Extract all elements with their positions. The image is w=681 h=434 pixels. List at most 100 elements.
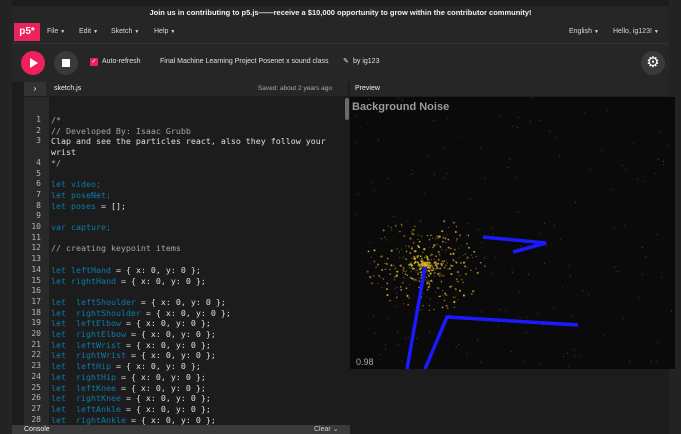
menu-edit[interactable]: Edit ▼ <box>79 20 98 44</box>
noise-dot <box>411 169 413 171</box>
code-token: leftAnkle <box>66 403 121 414</box>
particle <box>455 240 458 242</box>
particle <box>433 271 436 275</box>
sketch-canvas[interactable]: Background Noise 0.98 <box>350 97 675 369</box>
code-token: leftHand <box>66 264 111 275</box>
editor-scrollbar[interactable] <box>345 98 349 120</box>
line-number: 20 <box>31 329 41 338</box>
language-menu[interactable]: English ▼ <box>569 20 599 44</box>
particle <box>453 306 456 309</box>
code-token: /* <box>51 115 61 125</box>
particle <box>377 282 379 285</box>
particle <box>403 276 405 279</box>
particle <box>398 231 400 233</box>
pencil-icon[interactable]: ✎ <box>343 57 349 67</box>
particle <box>425 262 427 264</box>
particle <box>436 265 438 267</box>
noise-dot <box>543 222 545 224</box>
particle <box>409 252 412 255</box>
noise-dot <box>372 315 374 317</box>
particle <box>439 255 441 257</box>
noise-dot <box>466 353 468 355</box>
code-token: let <box>51 189 66 200</box>
particle <box>435 263 437 265</box>
code-token: = { x: 0, y: 0 }; <box>110 264 201 275</box>
particle <box>405 250 408 253</box>
sidebar-toggle-button[interactable]: › <box>24 82 46 96</box>
menu-help[interactable]: Help ▼ <box>154 20 175 44</box>
play-button[interactable] <box>21 51 45 75</box>
particle <box>426 295 428 297</box>
noise-dot <box>514 211 516 213</box>
code-area[interactable]: /*// Developed By: Isaac Grubb Clap and s… <box>49 97 348 425</box>
particle <box>428 304 431 307</box>
noise-dot <box>379 354 381 356</box>
particle <box>467 234 470 237</box>
code-token: = { x: 0, y: 0 }; <box>120 393 211 404</box>
noise-dot <box>467 223 469 225</box>
auto-refresh-checkbox[interactable]: ✓ <box>90 58 98 66</box>
noise-dot <box>529 121 531 123</box>
particle <box>445 294 448 296</box>
project-name[interactable]: Final Machine Learning Project Posenet x… <box>160 57 328 67</box>
particle <box>426 258 428 260</box>
noise-dot <box>525 332 527 334</box>
noise-dot <box>633 143 635 145</box>
code-token: rightAnkle <box>66 414 126 425</box>
noise-dot <box>629 360 631 362</box>
gear-icon[interactable]: ⚙ <box>641 51 665 75</box>
code-line: Clap and see the particles react, also t… <box>51 136 326 147</box>
line-number: 8 <box>36 200 41 210</box>
noise-dot <box>661 276 662 278</box>
noise-dot <box>371 182 373 184</box>
particle <box>466 256 469 259</box>
particle <box>470 293 473 295</box>
menu-sketch[interactable]: Sketch ▼ <box>111 20 139 44</box>
noise-dot <box>495 257 497 258</box>
menu-file[interactable]: File ▼ <box>47 20 65 44</box>
particle <box>420 235 423 238</box>
particle <box>463 294 465 296</box>
particle <box>450 247 452 250</box>
user-menu[interactable]: Hello, ig123! ▼ <box>613 20 659 44</box>
particle <box>427 273 429 275</box>
particle <box>458 257 460 259</box>
code-line: let rightKnee = { x: 0, y: 0 }; <box>51 393 211 404</box>
noise-dot <box>395 287 396 289</box>
noise-dot <box>484 177 486 179</box>
noise-dot <box>604 335 605 337</box>
noise-dot <box>559 238 561 240</box>
particle <box>422 293 424 294</box>
code-token: = { x: 0, y: 0 }; <box>125 414 216 425</box>
particle <box>453 300 456 304</box>
project-owner[interactable]: by ig123 <box>353 57 379 67</box>
particle <box>390 264 393 267</box>
particle <box>436 243 438 246</box>
particle <box>400 223 403 226</box>
particle <box>447 238 450 241</box>
code-token: rightShoulder <box>66 307 141 318</box>
announcement-banner[interactable]: Join us in contributing to p5.js——receiv… <box>12 6 669 20</box>
noise-dot <box>429 331 430 333</box>
particle <box>420 260 424 263</box>
particle <box>418 268 421 271</box>
noise-dot <box>614 266 616 268</box>
code-token: = { x: 0, y: 0 }; <box>115 382 206 393</box>
console-bar[interactable]: Console Clear ⌄ <box>12 425 350 434</box>
clear-button[interactable]: Clear ⌄ <box>314 425 339 434</box>
code-editor[interactable]: 1 2 3 4 5 6 7 8 9 10 11 12 13 14 15 16 17 18 19 20 21 22 23 24 2… <box>24 97 348 425</box>
p5-logo[interactable]: p5* <box>14 23 40 41</box>
particle <box>410 247 414 250</box>
stop-button[interactable] <box>54 51 78 75</box>
particle <box>369 275 372 279</box>
noise-dot <box>458 344 460 346</box>
code-token: = { x: 0, y: 0 }; <box>135 296 226 307</box>
particle <box>398 251 400 253</box>
particle <box>427 269 430 273</box>
code-token: // creating keypoint items <box>51 243 181 254</box>
particle <box>483 265 486 267</box>
code-token: let <box>51 318 66 329</box>
particle <box>421 308 423 311</box>
particle <box>390 226 392 229</box>
noise-dot <box>520 245 522 247</box>
